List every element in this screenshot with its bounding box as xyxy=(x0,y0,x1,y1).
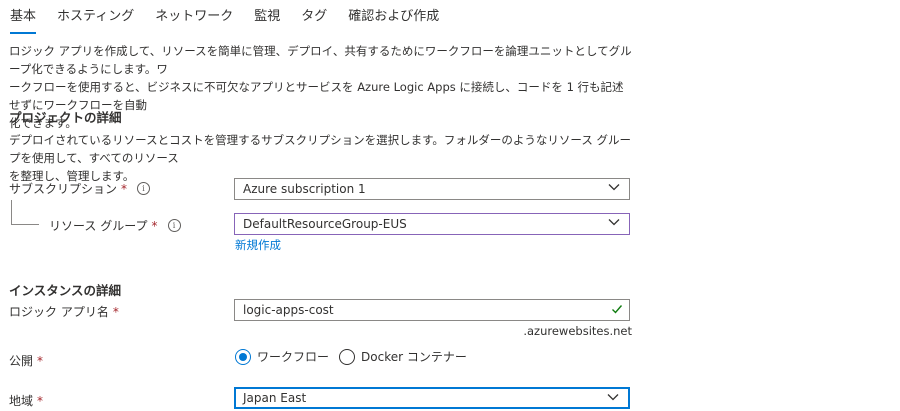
region-value: Japan East xyxy=(243,391,307,405)
app-name-suffix: .azurewebsites.net xyxy=(523,324,632,338)
tree-connector-vertical xyxy=(11,200,12,224)
radio-workflow-label[interactable]: ワークフロー xyxy=(257,348,329,365)
radio-workflow[interactable] xyxy=(235,348,251,365)
chevron-down-icon xyxy=(608,184,620,191)
publish-radio-group: ワークフロー Docker コンテナー xyxy=(235,348,477,365)
radio-docker-container[interactable] xyxy=(339,348,356,365)
info-icon[interactable]: i xyxy=(137,182,151,195)
required-marker: * xyxy=(151,218,158,233)
tab-hosting[interactable]: ホスティング xyxy=(57,0,134,36)
chevron-down-icon xyxy=(608,219,620,226)
tree-connector-horizontal xyxy=(11,224,39,225)
resource-group-label: リソース グループ xyxy=(49,219,148,233)
tab-monitoring[interactable]: 監視 xyxy=(254,0,280,36)
instance-details-title: インスタンスの詳細 xyxy=(9,283,122,298)
tab-review-create[interactable]: 確認および作成 xyxy=(348,0,439,36)
project-desc-line: デプロイされているリソースとコストを管理するサブスクリプションを選択します。フォ… xyxy=(9,133,632,165)
app-name-value: logic-apps-cost xyxy=(243,303,334,317)
required-marker: * xyxy=(121,181,128,196)
resource-group-value: DefaultResourceGroup-EUS xyxy=(243,217,407,231)
radio-docker-container-label[interactable]: Docker コンテナー xyxy=(361,348,467,365)
resource-group-dropdown[interactable]: DefaultResourceGroup-EUS xyxy=(234,213,630,235)
app-name-label: ロジック アプリ名 xyxy=(9,305,109,319)
tab-basics[interactable]: 基本 xyxy=(10,0,37,36)
chevron-down-icon xyxy=(607,394,619,401)
publish-label: 公開 xyxy=(9,354,34,368)
required-marker: * xyxy=(37,393,44,408)
tab-tags[interactable]: タグ xyxy=(301,0,327,36)
create-new-resource-group-link[interactable]: 新規作成 xyxy=(235,237,281,253)
info-icon[interactable]: i xyxy=(167,219,181,232)
region-dropdown[interactable]: Japan East xyxy=(234,387,630,409)
subscription-label: サブスクリプション xyxy=(9,182,118,196)
app-name-input[interactable]: logic-apps-cost xyxy=(234,299,630,321)
project-description: デプロイされているリソースとコストを管理するサブスクリプションを選択します。フォ… xyxy=(9,131,634,185)
project-details-title: プロジェクトの詳細 xyxy=(9,110,122,125)
region-label: 地域 xyxy=(9,394,34,408)
app-name-label-row: ロジック アプリ名 * xyxy=(9,303,119,320)
region-label-row: 地域 * xyxy=(9,392,43,409)
tab-bar: 基本 ホスティング ネットワーク 監視 タグ 確認および作成 xyxy=(10,0,460,36)
subscription-value: Azure subscription 1 xyxy=(243,182,366,196)
publish-label-row: 公開 * xyxy=(9,352,43,369)
required-marker: * xyxy=(112,304,119,319)
resource-group-label-row: リソース グループ * i xyxy=(49,217,181,234)
required-marker: * xyxy=(37,353,44,368)
subscription-label-row: サブスクリプション * i xyxy=(9,180,151,197)
intro-line: ロジック アプリを作成して、リソースを簡単に管理、デプロイ、共有するためにワーク… xyxy=(9,44,632,76)
checkmark-icon xyxy=(612,305,623,314)
tab-networking[interactable]: ネットワーク xyxy=(155,0,233,36)
subscription-dropdown[interactable]: Azure subscription 1 xyxy=(234,178,630,200)
